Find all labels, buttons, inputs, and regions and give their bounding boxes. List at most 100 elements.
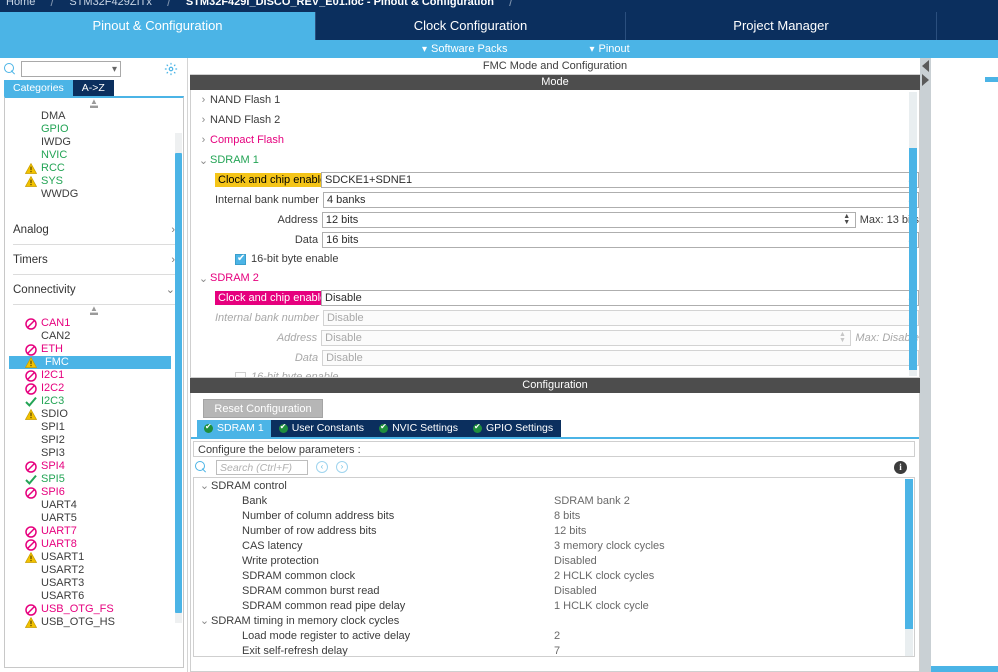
tab-project-manager[interactable]: Project Manager [626,12,937,40]
param-row[interactable]: SDRAM common clock 2 HCLK clock cycles [194,568,914,583]
software-packs-menu[interactable]: ▾ Software Packs [422,43,507,55]
sidebar-item-usart3[interactable]: USART3 [5,577,183,590]
sidebar-item-usart6[interactable]: USART6 [5,590,183,603]
param-row[interactable]: Write protection Disabled [194,553,914,568]
param-row[interactable]: Exit self-refresh delay 7 [194,643,914,657]
sidebar-item-uart7[interactable]: UART7 [5,525,183,538]
field-spinner[interactable]: Disable ▲ ▼ [321,330,852,346]
chevron-right-icon[interactable]: › [197,134,210,146]
checkbox-icon[interactable] [235,253,246,265]
param-row[interactable]: SDRAM common read pipe delay 1 HCLK clock… [194,598,914,613]
mode-tree-row[interactable]: › Compact Flash [191,130,919,150]
sidebar-item-uart5[interactable]: UART5 [5,512,183,525]
param-value[interactable]: 2 [554,630,560,642]
sidebar-item-spi6[interactable]: SPI6 [5,486,183,499]
config-tab-user-constants[interactable]: User Constants [271,420,373,437]
param-row[interactable]: SDRAM common burst read Disabled [194,583,914,598]
tab-pinout-configuration[interactable]: Pinout & Configuration [0,12,316,40]
field-select[interactable]: 4 banks⌄ [322,192,919,208]
field-select[interactable]: SDCKE1+SDNE1⌄ [321,172,919,188]
param-row[interactable]: Bank SDRAM bank 2 [194,493,914,508]
sidebar-item-spi4[interactable]: SPI4 [5,460,183,473]
sidebar-item-nvic[interactable]: NVIC [5,149,183,162]
sidebar-item-gpio[interactable]: GPIO [5,123,183,136]
sidebar-item-usb_otg_hs[interactable]: USB_OTG_HS [5,616,183,629]
sidebar-item-fmc[interactable]: FMC [9,356,171,369]
info-icon[interactable]: i [894,460,907,474]
config-tab-sdram-1[interactable]: SDRAM 1 [197,420,272,437]
sidebar-item-spi5[interactable]: SPI5 [5,473,183,486]
sidebar-item-usart2[interactable]: USART2 [5,564,183,577]
param-group-header[interactable]: ⌄ SDRAM control [194,478,914,493]
field-select[interactable]: Disable⌄ [322,310,919,326]
field-select[interactable]: Disable⌄ [322,350,919,366]
param-row[interactable]: Load mode register to active delay 2 [194,628,914,643]
reset-configuration-button[interactable]: Reset Configuration [203,399,323,418]
search-next-button[interactable]: › [336,461,348,473]
param-row[interactable]: CAS latency 3 memory clock cycles [194,538,914,553]
splitter-right-arrow-icon[interactable] [922,74,929,86]
field-spinner[interactable]: 12 bits ▲ ▼ [321,212,856,228]
splitter-left-arrow-icon[interactable] [922,60,929,72]
sidebar-search-input[interactable]: ▾ [21,61,121,77]
param-value[interactable]: 1 HCLK clock cycle [554,600,649,612]
sidebar-item-i2c2[interactable]: I2C2 [5,382,183,395]
tab-tools[interactable] [937,12,998,40]
field-select[interactable]: Disable⌄ [321,290,919,306]
param-value[interactable]: 2 HCLK clock cycles [554,570,654,582]
search-prev-button[interactable]: ‹ [316,461,328,473]
param-row[interactable]: Number of row address bits 12 bits [194,523,914,538]
sidebar-item-usart1[interactable]: USART1 [5,551,183,564]
param-group-header[interactable]: ⌄ SDRAM timing in memory clock cycles [194,613,914,628]
spinner-arrows-icon[interactable]: ▲ ▼ [837,331,847,345]
mode-tree-row[interactable]: › NAND Flash 1 [191,90,919,110]
mode-scrollbar-thumb[interactable] [909,148,917,370]
sidebar-item-rcc[interactable]: RCC [5,162,183,175]
sidebar-tab-az[interactable]: A->Z [72,80,114,96]
sidebar-item-uart4[interactable]: UART4 [5,499,183,512]
breadcrumb-mcu[interactable]: STM32F429ZITx [63,0,158,8]
sidebar-group-analog[interactable]: Analog › [13,215,175,245]
param-row[interactable]: Number of column address bits 8 bits [194,508,914,523]
mode-tree-row[interactable]: › NAND Flash 2 [191,110,919,130]
chevron-down-icon[interactable]: ⌄ [198,479,211,492]
list-grip-handle[interactable]: ▲ ▬ [5,98,183,110]
parameter-scrollbar-thumb[interactable] [905,479,913,629]
config-tab-nvic-settings[interactable]: NVIC Settings [372,420,467,437]
byte-enable-checkbox-row[interactable]: 16-bit byte enable [191,250,919,268]
sidebar-item-spi1[interactable]: SPI1 [5,421,183,434]
panel-splitter[interactable] [920,58,931,672]
param-value[interactable]: 12 bits [554,525,586,537]
sidebar-group-connectivity[interactable]: Connectivity ⌄ [13,275,175,305]
checkbox-icon[interactable] [235,371,246,377]
sidebar-item-can2[interactable]: CAN2 [5,330,183,343]
sidebar-item-eth[interactable]: ETH [5,343,183,356]
chip-pinout-view[interactable] [931,58,998,672]
breadcrumb-home[interactable]: Home [0,0,41,8]
list-grip-handle-2[interactable]: ▲ ▬ [5,305,183,317]
sdram2-header-row[interactable]: ⌄ SDRAM 2 [191,268,919,288]
sidebar-item-sdio[interactable]: SDIO [5,408,183,421]
sidebar-item-wwdg[interactable]: WWDG [5,188,183,201]
mode-tree-row[interactable]: ⌄ SDRAM 1 [191,150,919,170]
sidebar-group-timers[interactable]: Timers › [13,245,175,275]
sidebar-item-i2c1[interactable]: I2C1 [5,369,183,382]
chevron-down-icon[interactable]: ⌄ [197,154,210,167]
sidebar-item-usb_otg_fs[interactable]: USB_OTG_FS [5,603,183,616]
splitter-arrows[interactable] [920,60,931,92]
config-tab-gpio-settings[interactable]: GPIO Settings [466,420,562,437]
chevron-right-icon[interactable]: › [197,114,210,126]
sidebar-item-i2c3[interactable]: I2C3 [5,395,183,408]
sidebar-item-spi3[interactable]: SPI3 [5,447,183,460]
pinout-horizontal-scrollbar[interactable] [931,666,998,672]
sidebar-tab-categories[interactable]: Categories [4,80,73,96]
sidebar-item-iwdg[interactable]: IWDG [5,136,183,149]
pinout-menu[interactable]: ▾ Pinout [589,43,629,55]
param-value[interactable]: SDRAM bank 2 [554,495,630,507]
byte-enable-checkbox-row[interactable]: 16-bit byte enable [191,368,919,377]
chevron-down-icon[interactable]: ⌄ [197,272,210,285]
param-value[interactable]: Disabled [554,585,597,597]
param-value[interactable]: 3 memory clock cycles [554,540,665,552]
parameter-search-input[interactable]: Search (Ctrl+F) [216,459,308,475]
param-value[interactable]: 8 bits [554,510,580,522]
